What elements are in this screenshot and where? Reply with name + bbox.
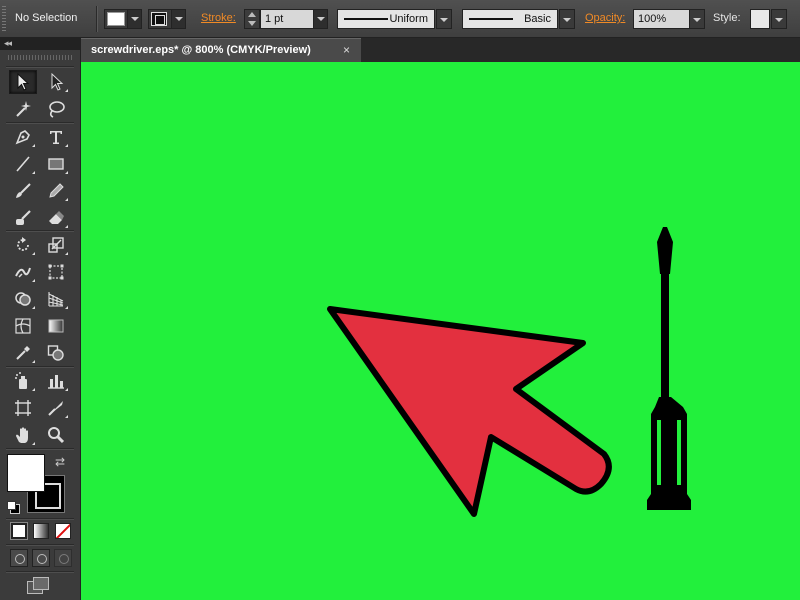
color-mode-button[interactable] bbox=[11, 523, 27, 539]
rotate-tool-icon[interactable] bbox=[9, 233, 37, 257]
gradient-mode-button[interactable] bbox=[33, 523, 49, 539]
style-dropdown-button[interactable] bbox=[771, 9, 787, 29]
pen-tool-icon[interactable] bbox=[9, 125, 37, 149]
free-transform-tool-icon[interactable] bbox=[42, 260, 70, 284]
paintbrush-tool-icon[interactable] bbox=[9, 179, 37, 203]
direct-selection-tool-icon[interactable] bbox=[42, 70, 70, 94]
fill-swatch-icon bbox=[107, 12, 125, 26]
brush-preview-icon bbox=[469, 18, 513, 20]
stroke-weight-value: 1 pt bbox=[265, 13, 284, 25]
width-tool-icon[interactable] bbox=[9, 260, 37, 284]
eyedropper-tool-icon[interactable] bbox=[9, 341, 37, 365]
document-tab-title: screwdriver.eps* @ 800% (CMYK/Preview) bbox=[91, 44, 311, 56]
artwork bbox=[327, 227, 691, 517]
variable-width-profile-select[interactable]: Uniform bbox=[337, 9, 435, 29]
gradient-tool-icon[interactable] bbox=[42, 314, 70, 338]
profile-label: Uniform bbox=[389, 13, 428, 25]
screwdriver-artwork bbox=[647, 227, 691, 510]
selection-tool-icon[interactable] bbox=[9, 70, 37, 94]
tool-group-divider bbox=[6, 122, 74, 123]
profile-dropdown-button[interactable] bbox=[436, 9, 452, 29]
rectangle-tool-icon[interactable] bbox=[42, 152, 70, 176]
default-fill-stroke-icon[interactable] bbox=[7, 501, 20, 514]
mesh-tool-icon[interactable] bbox=[9, 314, 37, 338]
selection-status: No Selection bbox=[15, 12, 78, 24]
tool-group-divider bbox=[6, 66, 74, 67]
swap-fill-stroke-icon[interactable]: ⇄ bbox=[55, 455, 65, 469]
draw-normal-button[interactable] bbox=[10, 549, 28, 567]
fill-color-picker[interactable] bbox=[104, 9, 142, 29]
tool-group-divider bbox=[6, 230, 74, 231]
tool-group-divider bbox=[6, 544, 74, 545]
stroke-weight-input[interactable]: 1 pt bbox=[260, 9, 328, 29]
line-segment-tool-icon[interactable] bbox=[9, 152, 37, 176]
panel-grip[interactable] bbox=[2, 6, 6, 32]
slice-tool-icon[interactable] bbox=[42, 396, 70, 420]
opacity-panel-link[interactable]: Opacity: bbox=[585, 12, 625, 24]
stroke-profile-preview-icon bbox=[344, 18, 388, 20]
document-tab-bar: screwdriver.eps* @ 800% (CMYK/Preview) × bbox=[81, 38, 800, 62]
chevron-down-icon[interactable] bbox=[171, 10, 185, 28]
blend-tool-icon[interactable] bbox=[42, 341, 70, 365]
tool-group-divider bbox=[6, 366, 74, 367]
artboard-canvas[interactable] bbox=[81, 62, 800, 600]
column-graph-tool-icon[interactable] bbox=[42, 369, 70, 393]
artboard-tool-icon[interactable] bbox=[9, 396, 37, 420]
lasso-tool-icon[interactable] bbox=[42, 97, 70, 121]
scale-tool-icon[interactable] bbox=[42, 233, 70, 257]
collapse-icon[interactable]: ◂◂ bbox=[4, 38, 12, 49]
arrow-cursor-artwork bbox=[327, 306, 612, 517]
symbol-sprayer-tool-icon[interactable] bbox=[9, 369, 37, 393]
eraser-tool-icon[interactable] bbox=[42, 206, 70, 230]
brush-definition-select[interactable]: Basic bbox=[462, 9, 558, 29]
none-mode-button[interactable] bbox=[55, 523, 71, 539]
close-icon[interactable]: × bbox=[343, 43, 350, 57]
perspective-grid-tool-icon[interactable] bbox=[42, 287, 70, 311]
stroke-swatch-icon bbox=[151, 12, 167, 26]
tools-panel-grip[interactable] bbox=[8, 55, 72, 60]
draw-inside-button[interactable] bbox=[54, 549, 72, 567]
stroke-color-picker[interactable] bbox=[148, 9, 186, 29]
type-tool-icon[interactable] bbox=[42, 125, 70, 149]
screen-mode-icon[interactable] bbox=[27, 577, 51, 595]
hand-tool-icon[interactable] bbox=[9, 423, 37, 447]
blob-brush-tool-icon[interactable] bbox=[9, 206, 37, 230]
stroke-panel-link[interactable]: Stroke: bbox=[201, 12, 236, 24]
opacity-value: 100% bbox=[638, 13, 667, 25]
tool-group-divider bbox=[6, 448, 74, 449]
tool-group-divider bbox=[6, 571, 74, 572]
control-bar: No Selection Stroke: 1 pt Uniform Basic … bbox=[0, 0, 800, 38]
stroke-weight-stepper[interactable] bbox=[244, 9, 260, 29]
opacity-dropdown-button[interactable] bbox=[689, 9, 705, 29]
graphic-style-swatch[interactable] bbox=[750, 9, 770, 29]
brush-dropdown-button[interactable] bbox=[559, 9, 575, 29]
divider bbox=[96, 6, 97, 32]
draw-behind-button[interactable] bbox=[32, 549, 50, 567]
document-tab[interactable]: screwdriver.eps* @ 800% (CMYK/Preview) × bbox=[81, 38, 361, 62]
shape-builder-tool-icon[interactable] bbox=[9, 287, 37, 311]
tools-panel-header: ◂◂ bbox=[0, 38, 81, 50]
brush-label: Basic bbox=[524, 13, 551, 25]
tool-group-divider bbox=[6, 518, 74, 519]
style-label: Style: bbox=[713, 12, 741, 24]
zoom-tool-icon[interactable] bbox=[42, 423, 70, 447]
fill-color-swatch[interactable] bbox=[7, 454, 45, 492]
chevron-down-icon[interactable] bbox=[127, 10, 141, 28]
magic-wand-tool-icon[interactable] bbox=[9, 97, 37, 121]
chevron-down-icon[interactable] bbox=[313, 10, 327, 28]
pencil-tool-icon[interactable] bbox=[42, 179, 70, 203]
